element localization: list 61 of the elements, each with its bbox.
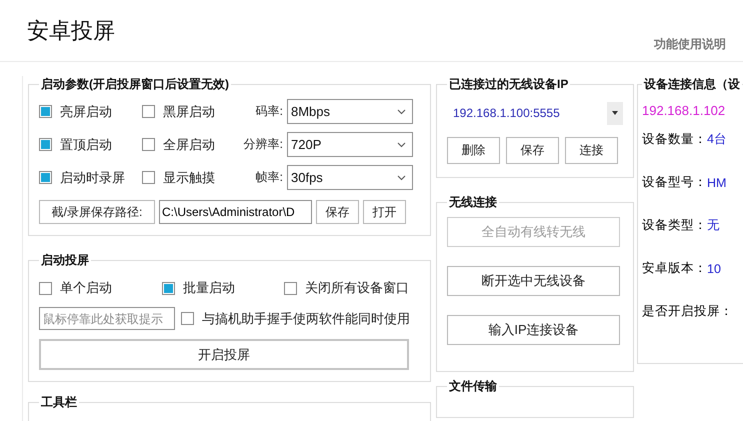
path-action-button[interactable]: 打开 [363, 200, 406, 224]
group-title: 文件传输 [448, 378, 498, 395]
chevron-down-icon [397, 108, 406, 114]
info-value: HM [707, 176, 726, 190]
info-label: 设备型号： [642, 174, 707, 191]
ip-dropdown[interactable]: 192.168.1.100:5555 [447, 101, 623, 125]
wireless-button[interactable]: 断开选中无线设备 [447, 266, 620, 296]
group-title: 无线连接 [448, 194, 498, 211]
checkbox-label: 全屏启动 [163, 136, 215, 154]
checkbox[interactable] [181, 312, 194, 325]
checkbox[interactable] [39, 171, 52, 184]
checkbox[interactable] [284, 282, 297, 294]
checkbox[interactable] [39, 105, 52, 118]
path-field[interactable]: C:\Users\Administrator\D [159, 200, 312, 224]
wireless-button[interactable]: 输入IP连接设备 [447, 315, 620, 345]
group-title: 已连接过的无线设备IP [448, 76, 570, 93]
checkbox[interactable] [39, 138, 52, 151]
info-label: 安卓版本： [642, 260, 707, 277]
group-title: 启动投屏 [40, 252, 90, 269]
checkbox[interactable] [142, 138, 155, 151]
checkbox-label: 关闭所有设备窗口 [305, 279, 409, 297]
caret-icon [612, 111, 618, 115]
checkbox-label: 启动时录屏 [60, 168, 125, 186]
group-title: 工具栏 [40, 394, 78, 411]
info-value: 10 [707, 262, 721, 276]
checkbox[interactable] [162, 282, 175, 294]
checkbox-label: 黑屏启动 [163, 102, 215, 120]
group-title: 设备连接信息（设 [642, 76, 741, 93]
setting-label: 码率: [254, 103, 284, 120]
ip-action-button[interactable]: 保存 [506, 137, 559, 164]
ip-action-button[interactable]: 连接 [565, 137, 618, 164]
dropdown-field[interactable]: 720P [287, 132, 413, 157]
help-link[interactable]: 功能使用说明 [654, 36, 726, 53]
ip-action-button[interactable]: 删除 [447, 137, 500, 164]
checkbox-label: 批量启动 [183, 279, 235, 297]
setting-label: 帧率: [254, 169, 284, 186]
info-value: 无 [707, 217, 720, 234]
checkbox-label: 单个启动 [60, 279, 112, 297]
checkbox-label: 显示触摸 [163, 168, 215, 186]
checkbox-label: 与搞机助手握手使两软件能同时使用 [202, 310, 410, 328]
info-label: 是否开启投屏： [642, 303, 733, 320]
info-label: 设备类型： [642, 217, 707, 234]
group-title: 启动参数(开启投屏窗口后设置无效) [40, 76, 230, 93]
chevron-down-icon [397, 174, 406, 180]
dropdown-field[interactable]: 30fps [287, 165, 413, 190]
checkbox-label: 亮屏启动 [60, 102, 112, 120]
checkbox-label: 置顶启动 [60, 136, 112, 154]
checkbox[interactable] [142, 171, 155, 184]
window-title: 安卓投屏 [27, 17, 115, 45]
setting-label: 分辨率: [242, 136, 284, 153]
start-cast-button[interactable]: 开启投屏 [39, 339, 409, 370]
device-ip: 192.168.1.102 [642, 103, 726, 118]
info-value: 4台 [707, 131, 727, 148]
chevron-down-icon [397, 142, 406, 148]
checkbox[interactable] [142, 105, 155, 118]
checkbox[interactable] [39, 282, 52, 294]
save-path-button[interactable]: 截/录屏保存路径: [39, 200, 155, 224]
path-action-button[interactable]: 保存 [316, 200, 359, 224]
hint-field[interactable]: 鼠标停靠此处获取提示 [39, 307, 175, 330]
info-label: 设备数量： [642, 131, 707, 148]
dropdown-field[interactable]: 8Mbps [287, 99, 413, 124]
